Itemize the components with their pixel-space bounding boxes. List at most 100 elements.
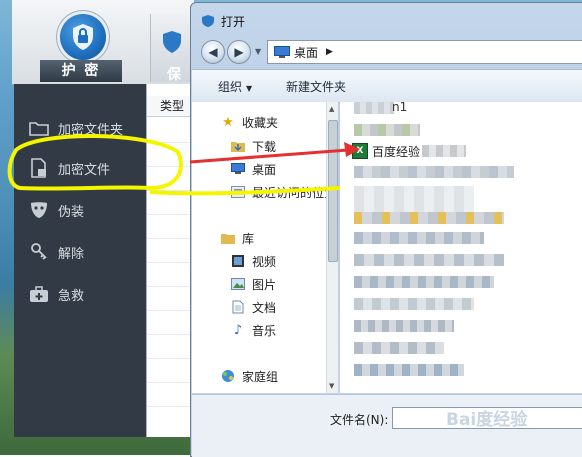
scroll-up-icon[interactable]: ▲ xyxy=(329,105,334,113)
app-header: 护 密 保 xyxy=(12,0,195,85)
scrollbar-thumb[interactable] xyxy=(328,120,338,262)
blurred-file-entry[interactable] xyxy=(354,124,420,136)
nav-label: 加密文件 xyxy=(58,162,111,178)
blurred-file-entry[interactable] xyxy=(354,186,474,212)
blurred-file-entry[interactable] xyxy=(354,342,444,354)
navigation-bar: ◀ ▶ ▼ 桌面 ▶ xyxy=(201,39,582,65)
address-bar[interactable]: 桌面 ▶ xyxy=(267,40,582,64)
protect-app-window: 护 密 保 加密文件夹 加密文件 伪装 解除 急救 类型 xyxy=(12,0,208,437)
nav-videos[interactable]: 视频 xyxy=(230,251,276,271)
nav-documents[interactable]: 文档 xyxy=(230,297,276,317)
organize-label: 组织 xyxy=(218,80,243,94)
chevron-down-icon: ▼ xyxy=(246,84,253,93)
nav-label: 图片 xyxy=(252,277,277,292)
downloads-folder-icon xyxy=(230,138,246,154)
command-bar: 组织 ▼ 新建文件夹 xyxy=(192,69,582,103)
favorites-node[interactable]: ★ 收藏夹 xyxy=(220,112,278,132)
blurred-file-entry[interactable] xyxy=(354,232,484,244)
file-list: n1 X 百度经验 xyxy=(340,102,582,393)
nav-disguise[interactable]: 伪装 xyxy=(14,192,146,228)
star-icon: ★ xyxy=(222,114,234,130)
protect-tab-button[interactable] xyxy=(60,14,106,60)
desktop-icon xyxy=(274,46,290,58)
shield-icon xyxy=(163,31,181,53)
key-icon xyxy=(28,241,50,263)
nav-encrypt-folder[interactable]: 加密文件夹 xyxy=(14,110,146,146)
blurred-file-entry[interactable] xyxy=(354,364,464,376)
nav-recent-places[interactable]: 最近访问的位置 xyxy=(230,182,336,202)
protect-tab-label[interactable]: 护 密 xyxy=(40,60,122,82)
back-button[interactable]: ◀ xyxy=(201,40,225,64)
nav-label: 视频 xyxy=(252,254,277,269)
app-content-area: 类型 xyxy=(146,84,208,437)
dialog-title: 打开 xyxy=(221,14,246,29)
nav-first-aid[interactable]: 急救 xyxy=(14,276,146,312)
nav-label: 桌面 xyxy=(252,162,277,177)
blurred-file-entry[interactable] xyxy=(354,102,394,114)
second-tab-label: 保 xyxy=(167,67,181,83)
excel-file-icon: X xyxy=(352,143,368,159)
blurred-file-suffix xyxy=(422,145,467,157)
forward-button[interactable]: ▶ xyxy=(227,40,251,64)
nav-label: 伪装 xyxy=(58,204,85,220)
nav-music[interactable]: ♪ 音乐 xyxy=(230,320,276,340)
scroll-down-icon[interactable]: ▼ xyxy=(329,382,334,390)
mask-icon xyxy=(28,199,50,221)
file-name: 百度经验 xyxy=(372,144,421,159)
organize-menu[interactable]: 组织 ▼ xyxy=(218,78,252,95)
library-icon xyxy=(220,230,236,246)
picture-icon xyxy=(230,276,246,292)
favorites-label: 收藏夹 xyxy=(242,115,279,130)
dialog-titlebar: 打开 xyxy=(201,11,245,31)
blurred-file-entry[interactable] xyxy=(354,298,474,310)
nav-label: 解除 xyxy=(58,246,85,262)
filename-label: 文件名(N): xyxy=(330,413,389,427)
video-icon xyxy=(230,253,246,269)
recent-places-icon xyxy=(230,184,246,200)
blurred-file-entry[interactable] xyxy=(354,320,454,332)
app-shield-icon xyxy=(202,15,214,27)
shield-lock-icon xyxy=(73,24,93,50)
breadcrumb-arrow-icon[interactable]: ▶ xyxy=(326,47,333,57)
app-sidebar: 加密文件夹 加密文件 伪装 解除 急救 xyxy=(14,84,146,437)
homegroup-icon xyxy=(220,368,236,384)
library-label: 库 xyxy=(242,231,255,246)
nav-label: 最近访问的位置 xyxy=(252,185,337,200)
nav-label: 音乐 xyxy=(252,323,277,338)
first-aid-icon xyxy=(28,283,50,305)
folder-icon xyxy=(28,117,50,139)
homegroup-label: 家庭组 xyxy=(242,369,279,384)
library-node[interactable]: 库 xyxy=(220,228,254,248)
nav-pane-scrollbar[interactable]: ▲ ▼ xyxy=(326,102,338,393)
document-icon xyxy=(230,299,246,315)
nav-label: 文档 xyxy=(252,300,277,315)
back-arrow-icon: ◀ xyxy=(208,45,218,59)
file-item-baidu-experience[interactable]: X 百度经验 xyxy=(352,142,467,160)
second-tab[interactable]: 保 xyxy=(150,14,195,83)
open-file-dialog: 打开 ◀ ▶ ▼ 桌面 ▶ 组织 ▼ 新建文件夹 ★ 收藏夹 下载 桌面 最近访… xyxy=(190,2,582,457)
dialog-bottom-panel: 文件名(N): Bai度经验 xyxy=(192,394,582,457)
music-icon: ♪ xyxy=(233,322,243,338)
nav-encrypt-file[interactable]: 加密文件 xyxy=(14,150,146,186)
nav-label: 加密文件夹 xyxy=(58,122,124,138)
nav-pictures[interactable]: 图片 xyxy=(230,274,276,294)
navigation-pane: ★ 收藏夹 下载 桌面 最近访问的位置 库 视频 图片 文档 ♪ 音乐 家庭组 … xyxy=(192,102,338,393)
new-folder-button[interactable]: 新建文件夹 xyxy=(286,78,346,95)
address-location[interactable]: 桌面 xyxy=(294,44,318,61)
desktop-icon xyxy=(230,161,246,177)
nav-label: 急救 xyxy=(58,288,85,304)
blurred-file-entry[interactable] xyxy=(354,212,504,224)
watermark-text: Bai度经验 xyxy=(446,410,528,430)
file-name-fragment[interactable]: n1 xyxy=(392,102,407,114)
nav-downloads[interactable]: 下载 xyxy=(230,136,276,156)
blurred-file-entry[interactable] xyxy=(354,166,514,178)
recent-pages-dropdown-icon[interactable]: ▼ xyxy=(255,47,263,56)
blurred-file-entry[interactable] xyxy=(354,254,504,266)
nav-desktop[interactable]: 桌面 xyxy=(230,159,276,179)
document-lock-icon xyxy=(28,157,50,179)
nav-release[interactable]: 解除 xyxy=(14,234,146,270)
blurred-file-entry[interactable] xyxy=(354,276,494,288)
nav-label: 下载 xyxy=(252,139,277,154)
forward-arrow-icon: ▶ xyxy=(234,45,244,59)
homegroup-node[interactable]: 家庭组 xyxy=(220,366,278,386)
